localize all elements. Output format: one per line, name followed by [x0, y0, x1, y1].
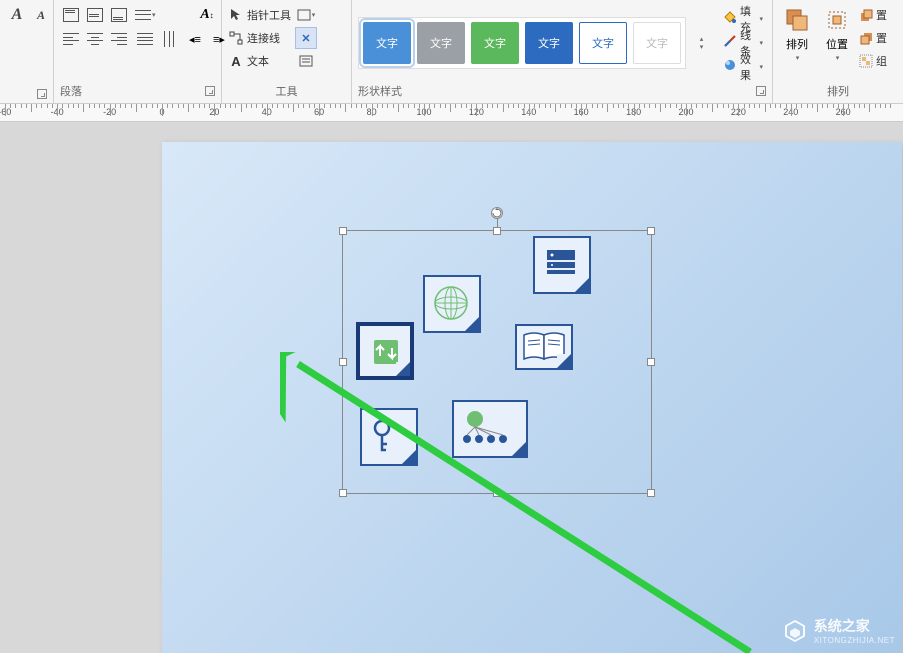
resize-handle-s[interactable] [493, 489, 501, 497]
style-swatch[interactable]: 文字 [363, 22, 411, 64]
send-back-button[interactable]: 置 [859, 27, 887, 49]
paragraph-group: ▾ A↕ ◂≡ ≡▸ 段落 [54, 0, 222, 103]
text-tool-button[interactable]: A 文本 [228, 50, 291, 72]
align-left-button[interactable] [60, 28, 82, 50]
arrange-label: 排列 [827, 83, 849, 99]
shape-styles-dialog-launcher[interactable] [756, 86, 766, 96]
style-swatch[interactable]: 文字 [525, 22, 573, 64]
connector-tool-label: 连接线 [247, 30, 280, 46]
justify-button[interactable] [134, 28, 156, 50]
delete-connector-button[interactable]: ✕ [295, 27, 317, 49]
bring-front-button[interactable]: 置 [859, 4, 887, 26]
pointer-tool-label: 指针工具 [247, 7, 291, 23]
resize-handle-w[interactable] [339, 358, 347, 366]
ribbon: A A ▾ [0, 0, 903, 104]
shape-styles-label: 形状样式 [358, 83, 402, 99]
rotation-handle[interactable] [491, 207, 503, 219]
tools-label: 工具 [276, 83, 298, 99]
watermark-logo-icon [782, 618, 808, 644]
style-swatch[interactable]: 文字 [471, 22, 519, 64]
style-swatch[interactable]: 文字 [633, 22, 681, 64]
decrease-font-button[interactable]: A [30, 4, 52, 26]
align-top-button[interactable] [60, 4, 82, 26]
text-block-button[interactable] [295, 50, 317, 72]
shape-key[interactable] [360, 408, 418, 466]
font-group: A A [0, 0, 54, 103]
position-btn-label: 位置 [826, 36, 848, 52]
resize-handle-ne[interactable] [647, 227, 655, 235]
effects-icon [723, 58, 737, 75]
shape-transfer[interactable] [356, 322, 414, 380]
resize-handle-nw[interactable] [339, 227, 347, 235]
style-gallery[interactable]: 文字文字文字文字文字文字 [358, 17, 686, 69]
shape-server[interactable] [533, 236, 591, 294]
arrange-group: 排列▾ 位置▾ 置 置 组 排列 [773, 0, 903, 103]
arrange-button[interactable]: 排列▾ [779, 4, 815, 64]
connector-icon [228, 30, 244, 46]
align-center-button[interactable] [84, 28, 106, 50]
distribute-button[interactable] [158, 28, 180, 50]
gallery-more-button[interactable]: ▴▾ [690, 16, 712, 70]
watermark-sub: XITONGZHIJIA.NET [814, 636, 895, 645]
text-tool-label: 文本 [247, 53, 269, 69]
pointer-tool-button[interactable]: 指针工具 [228, 4, 291, 26]
watermark: 系统之家 XITONGZHIJIA.NET [782, 616, 895, 645]
effects-label: 效果 [740, 51, 755, 83]
align-vbottom-button[interactable] [108, 4, 130, 26]
paragraph-dialog-launcher[interactable] [205, 86, 215, 96]
horizontal-ruler[interactable]: -60-40-200204060801001201401601802002202… [0, 104, 903, 122]
shape-styles-group: 文字文字文字文字文字文字 ▴▾ 填充▾ 线条▾ 效果▾ 形状样式 [352, 0, 773, 103]
tools-group: 指针工具 连接线 A 文本 ▾ ✕ 工具 [222, 0, 352, 103]
canvas-area[interactable]: 系统之家 XITONGZHIJIA.NET [0, 122, 903, 653]
text-icon: A [228, 53, 244, 69]
style-swatch[interactable]: 文字 [579, 22, 627, 64]
increase-font-button[interactable]: A [6, 4, 28, 26]
font-dialog-launcher[interactable] [37, 89, 47, 99]
resize-handle-sw[interactable] [339, 489, 347, 497]
decrease-indent-button[interactable]: ◂≡ [184, 28, 206, 50]
shape-book[interactable] [515, 324, 573, 370]
align-middle-button[interactable] [84, 4, 106, 26]
shape-network[interactable] [452, 400, 528, 458]
position-button[interactable]: 位置▾ [819, 4, 855, 64]
resize-handle-e[interactable] [647, 358, 655, 366]
pointer-icon [228, 7, 244, 23]
rectangle-tool-button[interactable]: ▾ [295, 4, 317, 26]
align-right-button[interactable] [108, 28, 130, 50]
bullets-button[interactable]: ▾ [134, 4, 157, 26]
resize-handle-se[interactable] [647, 489, 655, 497]
group-button[interactable]: 组 [859, 50, 887, 72]
shape-globe[interactable] [423, 275, 481, 333]
watermark-title: 系统之家 [814, 616, 895, 636]
style-swatch[interactable]: 文字 [417, 22, 465, 64]
page[interactable] [162, 142, 902, 653]
line-icon [723, 34, 737, 51]
connector-tool-button[interactable]: 连接线 [228, 27, 291, 49]
resize-handle-n[interactable] [493, 227, 501, 235]
paragraph-label: 段落 [60, 83, 82, 99]
effects-button[interactable]: 效果▾ [720, 56, 766, 78]
fill-icon [723, 10, 737, 27]
arrange-btn-label: 排列 [786, 36, 808, 52]
